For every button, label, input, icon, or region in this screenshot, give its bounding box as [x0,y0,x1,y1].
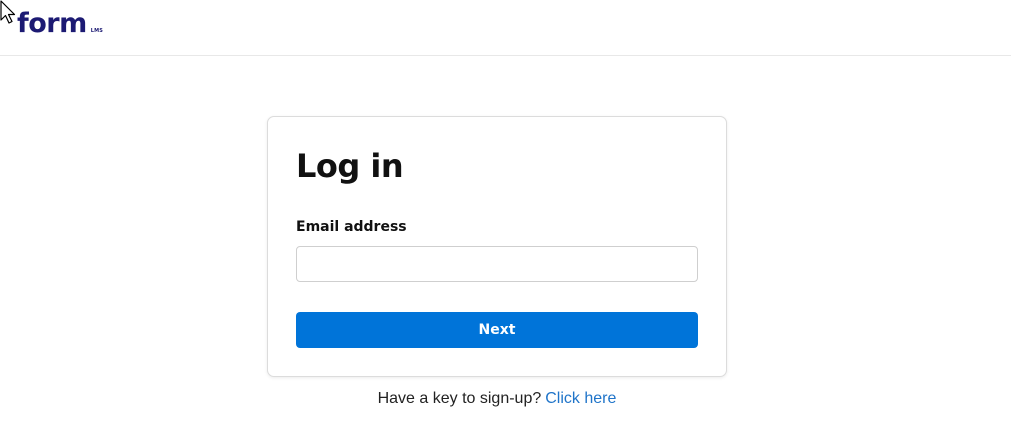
login-card: Log in Email address Next [267,116,727,377]
logo-wordmark: form [17,8,87,39]
signup-link[interactable]: Click here [545,390,616,407]
mouse-pointer-icon [0,0,16,24]
top-bar: form LMS [0,0,1011,56]
signup-prompt-text: Have a key to sign-up? [377,390,542,407]
logo-subtext: LMS [90,28,104,34]
email-field[interactable] [296,246,698,282]
page-title: Log in [296,147,404,185]
email-label: Email address [296,219,407,235]
signup-prompt-line: Have a key to sign-up? Click here [0,390,994,408]
brand-logo[interactable]: form LMS [17,8,103,40]
next-button[interactable]: Next [296,312,698,348]
